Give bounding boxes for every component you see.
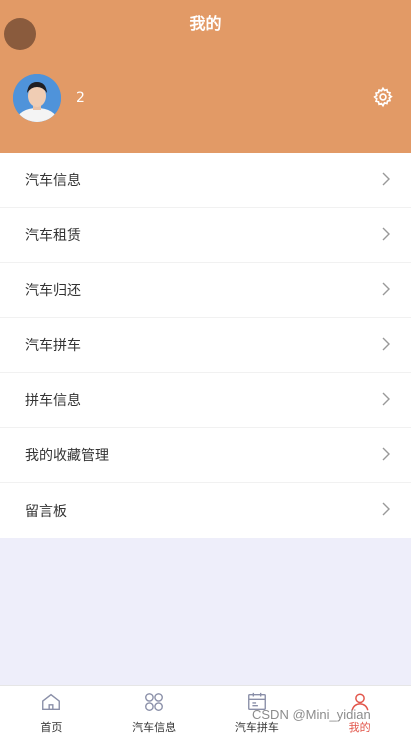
menu-item-car-info[interactable]: 汽车信息 [0, 153, 411, 208]
menu-item-car-return[interactable]: 汽车归还 [0, 263, 411, 318]
menu-item-message-board[interactable]: 留言板 [0, 483, 411, 538]
settings-gear-icon[interactable] [372, 86, 394, 108]
user-name: 2 [76, 90, 85, 106]
menu-item-label: 汽车拼车 [25, 338, 81, 354]
menu-item-label: 留言板 [25, 503, 67, 520]
menu-item-carpool[interactable]: 汽车拼车 [0, 318, 411, 373]
menu-item-label: 汽车归还 [25, 283, 81, 299]
tab-label: 首页 [40, 721, 63, 734]
profile-menu: 汽车信息 汽车租赁 汽车归还 汽车拼车 拼车信息 我的收藏管理 留言板 [0, 153, 411, 538]
tab-label: 我的 [348, 721, 371, 734]
bottom-tab-bar: 首页 汽车信息 汽车拼车 我的 [0, 685, 411, 735]
tab-mine[interactable]: 我的 [308, 686, 411, 735]
chevron-right-icon [381, 281, 391, 300]
menu-item-label: 我的收藏管理 [25, 448, 109, 464]
tab-label: 汽车拼车 [234, 721, 279, 734]
chevron-right-icon [381, 336, 391, 355]
menu-item-carpool-info[interactable]: 拼车信息 [0, 373, 411, 428]
menu-item-label: 汽车租赁 [25, 228, 81, 244]
home-icon [40, 691, 62, 717]
person-icon [349, 691, 371, 717]
profile-header: 我的 2 [0, 0, 411, 153]
calendar-icon [246, 691, 268, 717]
chevron-right-icon [381, 501, 391, 520]
menu-item-car-rental[interactable]: 汽车租赁 [0, 208, 411, 263]
menu-item-label: 汽车信息 [25, 173, 81, 189]
chevron-right-icon [381, 226, 391, 245]
menu-item-label: 拼车信息 [25, 393, 81, 409]
tab-carpool[interactable]: 汽车拼车 [206, 686, 309, 735]
grid-flower-icon [143, 691, 165, 717]
tab-label: 汽车信息 [132, 721, 177, 734]
chevron-right-icon [381, 391, 391, 410]
avatar[interactable] [13, 74, 61, 122]
page-title: 我的 [189, 14, 222, 33]
menu-item-favorites[interactable]: 我的收藏管理 [0, 428, 411, 483]
chevron-right-icon [381, 446, 391, 465]
tab-home[interactable]: 首页 [0, 686, 103, 735]
chevron-right-icon [381, 171, 391, 190]
tab-car-info[interactable]: 汽车信息 [103, 686, 206, 735]
